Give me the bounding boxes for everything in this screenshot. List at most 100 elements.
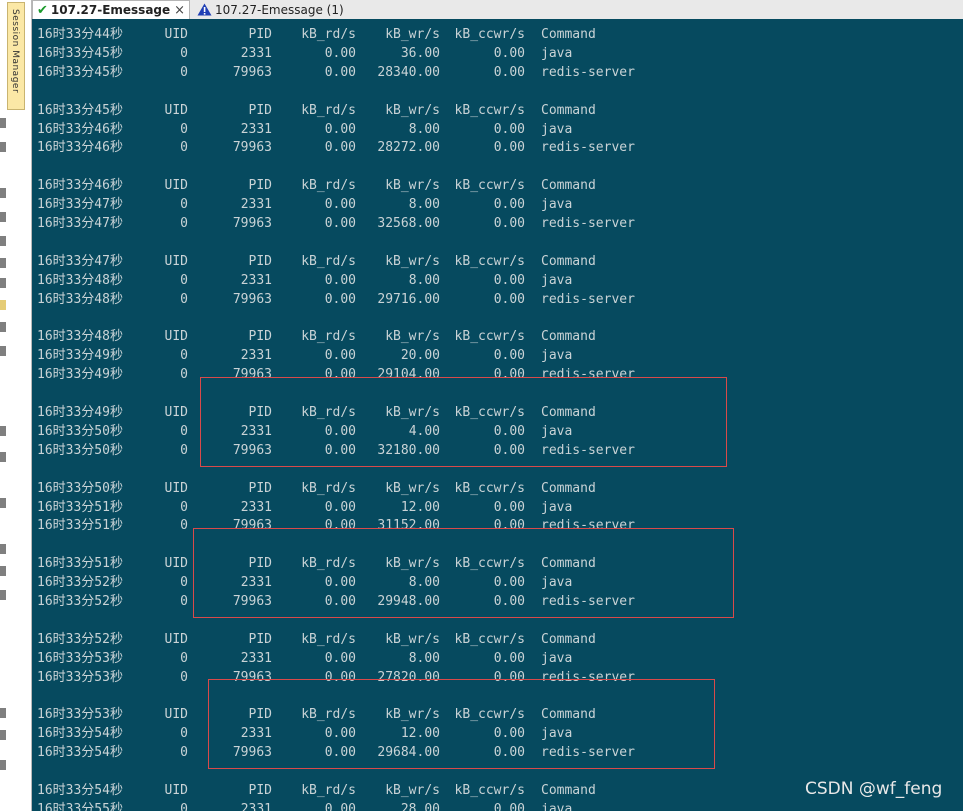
check-icon: ✔ xyxy=(37,2,48,18)
timestamp: 16时33分48秒 xyxy=(37,329,123,345)
iotop-header-row: 16时33分51秒 UID PID kB_rd/s kB_wr/s kB_ccwr/s Co… xyxy=(32,554,963,573)
timestamp: 16时33分50秒 xyxy=(37,480,123,496)
timestamp: 16时33分51秒 xyxy=(37,556,123,572)
timestamp: 16时33分50秒 xyxy=(37,423,123,439)
timestamp: 16时33分45秒 xyxy=(37,102,123,118)
timestamp: 16时33分53秒 xyxy=(37,650,123,666)
pid-value: 79963 xyxy=(232,518,272,534)
kb-read-value: 0.00 xyxy=(324,121,356,137)
kb-read-value: 0.00 xyxy=(324,499,356,515)
kb-ccwr-value: 0.00 xyxy=(493,140,525,156)
uid-value: 0 xyxy=(180,291,188,307)
process-row: 16时33分47秒 0 2331 0.00 8.00 0.00 java xyxy=(32,195,963,214)
process-row: 16时33分53秒 0 79963 0.00 27820.00 0.00 redis-ser… xyxy=(32,668,963,687)
process-row: 16时33分52秒 0 2331 0.00 8.00 0.00 java xyxy=(32,573,963,592)
timestamp: 16时33分47秒 xyxy=(37,197,123,213)
timestamp: 16时33分45秒 xyxy=(37,45,123,61)
kb-write-value: 20.00 xyxy=(400,348,440,364)
kb-read-value: 0.00 xyxy=(324,367,356,383)
pid-value: 2331 xyxy=(240,499,272,515)
pid-value: 2331 xyxy=(240,575,272,591)
kb-write-value: 8.00 xyxy=(408,121,440,137)
kb-write-value: 12.00 xyxy=(400,499,440,515)
timestamp: 16时33分54秒 xyxy=(37,783,123,798)
timestamp: 16时33分51秒 xyxy=(37,499,123,515)
tab-emessage[interactable]: ✔ 107.27-Emessage × xyxy=(32,0,190,19)
kb-write-value: 29104.00 xyxy=(377,367,440,383)
process-row: 16时33分45秒 0 79963 0.00 28340.00 0.00 redis-ser… xyxy=(32,63,963,82)
kb-write-value: 8.00 xyxy=(408,272,440,288)
iotop-header-row: 16时33分48秒 UID PID kB_rd/s kB_wr/s kB_ccwr/s Co… xyxy=(32,327,963,346)
pid-value: 79963 xyxy=(232,216,272,231)
tab-bar: ✔ 107.27-Emessage × 107.27-Emessage (1) xyxy=(32,0,963,20)
kb-read-value: 0.00 xyxy=(324,348,356,364)
process-row: 16时33分49秒 0 79963 0.00 29104.00 0.00 redis-ser… xyxy=(32,365,963,384)
column-header: PID xyxy=(248,329,272,345)
kb-read-value: 0.00 xyxy=(324,594,356,609)
timestamp: 16时33分52秒 xyxy=(37,631,123,647)
uid-value: 0 xyxy=(180,423,188,439)
uid-value: 0 xyxy=(180,197,188,213)
kb-read-value: 0.00 xyxy=(324,423,356,439)
kb-read-value: 0.00 xyxy=(324,216,356,231)
column-header: kB_ccwr/s xyxy=(454,253,525,269)
process-row: 16时33分48秒 0 2331 0.00 8.00 0.00 java xyxy=(32,271,963,290)
iotop-header-row: 16时33分46秒 UID PID kB_rd/s kB_wr/s kB_ccwr/s Co… xyxy=(32,176,963,195)
tab-emessage-1[interactable]: 107.27-Emessage (1) xyxy=(193,0,353,19)
column-header: UID xyxy=(164,480,188,496)
kb-ccwr-value: 0.00 xyxy=(493,216,525,231)
column-header: kB_ccwr/s xyxy=(454,329,525,345)
timestamp: 16时33分48秒 xyxy=(37,272,123,288)
column-header: kB_ccwr/s xyxy=(454,631,525,647)
uid-value: 0 xyxy=(180,650,188,666)
command-value: redis-server xyxy=(541,594,635,609)
command-value: redis-server xyxy=(541,216,635,231)
iotop-header-row: 16时33分53秒 UID PID kB_rd/s kB_wr/s kB_ccwr/s Co… xyxy=(32,705,963,724)
kb-write-value: 29684.00 xyxy=(377,745,440,761)
session-manager-tab[interactable]: Session Manager xyxy=(7,2,25,110)
left-pane-fragments xyxy=(0,0,8,811)
kb-ccwr-value: 0.00 xyxy=(493,669,525,685)
kb-ccwr-value: 0.00 xyxy=(493,801,525,811)
column-header: kB_rd/s xyxy=(301,178,356,194)
column-header: Command xyxy=(541,102,596,118)
process-row: 16时33分49秒 0 2331 0.00 20.00 0.00 java xyxy=(32,346,963,365)
column-header: Command xyxy=(541,631,596,647)
pid-value: 79963 xyxy=(232,367,272,383)
column-header: Command xyxy=(541,329,596,345)
tab-label: 107.27-Emessage xyxy=(50,3,171,17)
column-header: kB_wr/s xyxy=(385,707,440,723)
command-value: java xyxy=(541,423,573,439)
column-header: kB_wr/s xyxy=(385,405,440,420)
iotop-header-row: 16时33分44秒 UID PID kB_rd/s kB_wr/s kB_ccwr/s Co… xyxy=(32,25,963,44)
close-icon[interactable]: × xyxy=(174,3,185,18)
left-pane-strip: Session Manager xyxy=(0,0,32,811)
uid-value: 0 xyxy=(180,745,188,761)
column-header: kB_wr/s xyxy=(385,27,440,42)
timestamp: 16时33分54秒 xyxy=(37,726,123,742)
pid-value: 79963 xyxy=(232,140,272,156)
kb-read-value: 0.00 xyxy=(324,650,356,666)
uid-value: 0 xyxy=(180,216,188,231)
process-row: 16时33分54秒 0 79963 0.00 29684.00 0.00 redis-ser… xyxy=(32,743,963,762)
terminal-output[interactable]: 16时33分44秒 UID PID kB_rd/s kB_wr/s kB_ccwr/s Co… xyxy=(32,19,963,811)
kb-read-value: 0.00 xyxy=(324,442,356,458)
timestamp: 16时33分45秒 xyxy=(37,64,123,80)
command-value: redis-server xyxy=(541,64,635,80)
iotop-header-row: 16时33分45秒 UID PID kB_rd/s kB_wr/s kB_ccwr/s Co… xyxy=(32,101,963,120)
timestamp: 16时33分46秒 xyxy=(37,140,123,156)
column-header: UID xyxy=(164,178,188,194)
kb-read-value: 0.00 xyxy=(324,801,356,811)
kb-write-value: 36.00 xyxy=(400,45,440,61)
iotop-header-row: 16时33分50秒 UID PID kB_rd/s kB_wr/s kB_ccwr/s Co… xyxy=(32,479,963,498)
kb-read-value: 0.00 xyxy=(324,669,356,685)
kb-read-value: 0.00 xyxy=(324,197,356,213)
process-row: 16时33分45秒 0 2331 0.00 36.00 0.00 java xyxy=(32,44,963,63)
kb-write-value: 28.00 xyxy=(400,801,440,811)
pid-value: 2331 xyxy=(240,45,272,61)
timestamp: 16时33分49秒 xyxy=(37,348,123,364)
process-row: 16时33分50秒 0 2331 0.00 4.00 0.00 java xyxy=(32,422,963,441)
kb-read-value: 0.00 xyxy=(324,726,356,742)
process-row: 16时33分46秒 0 2331 0.00 8.00 0.00 java xyxy=(32,120,963,139)
timestamp: 16时33分46秒 xyxy=(37,121,123,137)
